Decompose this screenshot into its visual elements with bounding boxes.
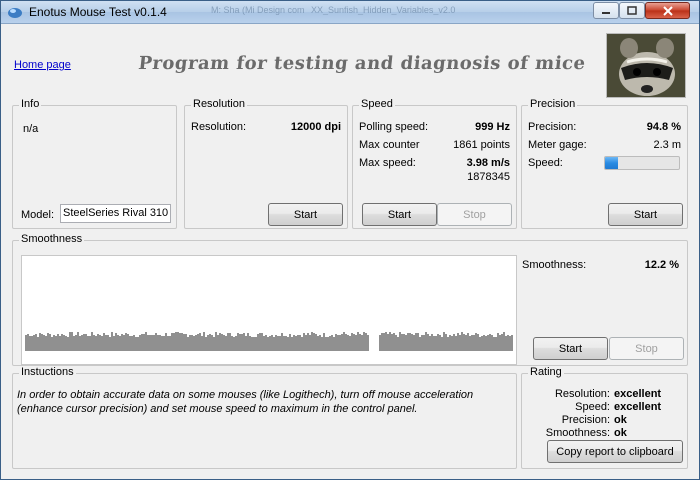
resolution-group: Resolution Resolution: 12000 dpi Start [184, 98, 348, 229]
window-title: Enotus Mouse Test v0.1.4 [29, 5, 167, 19]
background-ghost-text: M: Sha (Mi Design com [211, 5, 305, 15]
rating-row: Smoothness: ok [532, 427, 661, 440]
minimize-button[interactable] [593, 2, 619, 19]
meter-gage-key: Meter gage: [528, 139, 587, 151]
instructions-text: In order to obtain accurate data on some… [17, 389, 474, 415]
smoothness-plot [21, 255, 517, 365]
smoothness-stop-button[interactable]: Stop [609, 337, 684, 360]
rating-value: ok [614, 427, 627, 439]
banner-title: Program for testing and diagnosis of mic… [137, 53, 587, 74]
speed-group-label: Speed [359, 98, 395, 110]
precision-speed-bar [604, 156, 680, 170]
precision-group-label: Precision [528, 98, 578, 110]
max-speed-count: 1878345 [467, 171, 510, 183]
model-label: Model: [21, 209, 55, 221]
rating-value: excellent [614, 388, 662, 400]
precision-group: Precision Precision: 94.8 % Meter gage: … [521, 98, 688, 229]
max-speed-key: Max speed: [359, 157, 416, 169]
info-status: n/a [23, 123, 39, 135]
rating-key: Resolution: [554, 388, 610, 400]
polling-speed-value: 999 Hz [475, 121, 510, 133]
minimize-icon [602, 11, 610, 14]
smoothness-bars [25, 332, 513, 351]
maximize-button[interactable] [619, 2, 645, 19]
rating-row: Speed: excellent [532, 401, 661, 414]
smoothness-group: Smoothness Smoothness: 12.2 % Start Stop [12, 233, 688, 366]
rating-list: Resolution: excellent Speed: excellent Pre… [532, 388, 661, 440]
rating-row: Precision: ok [532, 414, 661, 427]
model-field[interactable]: SteelSeries Rival 310 [60, 204, 171, 223]
rating-group-label: Rating [528, 366, 564, 378]
smoothness-key: Smoothness: [522, 259, 587, 271]
close-icon [662, 5, 673, 16]
main-content: Home page Program for testing and diagno… [7, 25, 693, 475]
precision-speed-key: Speed: [528, 157, 563, 169]
precision-speed-bar-fill [605, 157, 618, 169]
home-page-link[interactable]: Home page [14, 59, 71, 71]
resolution-start-button[interactable]: Start [268, 203, 343, 226]
precision-start-button[interactable]: Start [608, 203, 683, 226]
smoothness-value: 12.2 % [644, 259, 679, 271]
mouse-app-icon [8, 8, 22, 18]
resolution-value: 12000 dpi [290, 121, 341, 133]
speed-stop-button[interactable]: Stop [437, 203, 512, 226]
smoothness-start-button[interactable]: Start [533, 337, 608, 360]
rating-key: Speed: [575, 401, 610, 413]
rating-key: Smoothness: [545, 427, 610, 439]
rating-group: Rating Resolution: excellent Speed: excell… [521, 366, 688, 469]
rating-value: excellent [614, 401, 662, 413]
smoothness-group-label: Smoothness [19, 233, 85, 245]
info-group-label: Info [19, 98, 42, 110]
instructions-group-label: Instuctions [19, 366, 76, 378]
resolution-key: Resolution: [191, 121, 247, 133]
instructions-group: Instuctions In order to obtain accurate … [12, 366, 517, 469]
speed-group: Speed Polling speed: 999 Hz Max counter … [352, 98, 517, 229]
polling-speed-key: Polling speed: [359, 121, 429, 133]
meter-gage-value: 2.3 m [653, 139, 681, 151]
background-ghost-text: XX_Sunfish_Hidden_Variables_v2.0 [311, 5, 456, 15]
raccoon-logo [606, 33, 686, 98]
precision-value: 94.8 % [646, 121, 681, 133]
info-group: Info n/a Model: SteelSeries Rival 310 [12, 98, 177, 229]
max-counter-key: Max counter [359, 139, 420, 151]
max-counter-value: 1861 points [453, 139, 510, 151]
max-speed-value: 3.98 m/s [466, 157, 510, 169]
resolution-group-label: Resolution [191, 98, 247, 110]
rating-key: Precision: [561, 414, 610, 426]
title-bar[interactable]: Enotus Mouse Test v0.1.4 M: Sha (Mi Desi… [1, 1, 699, 24]
rating-row: Resolution: excellent [532, 388, 661, 401]
speed-start-button[interactable]: Start [362, 203, 437, 226]
rating-value: ok [614, 414, 627, 426]
copy-report-button[interactable]: Copy report to clipboard [547, 440, 683, 463]
app-window: Enotus Mouse Test v0.1.4 M: Sha (Mi Desi… [0, 0, 700, 480]
precision-key: Precision: [528, 121, 577, 133]
close-button[interactable] [645, 2, 690, 19]
maximize-icon [627, 6, 637, 15]
